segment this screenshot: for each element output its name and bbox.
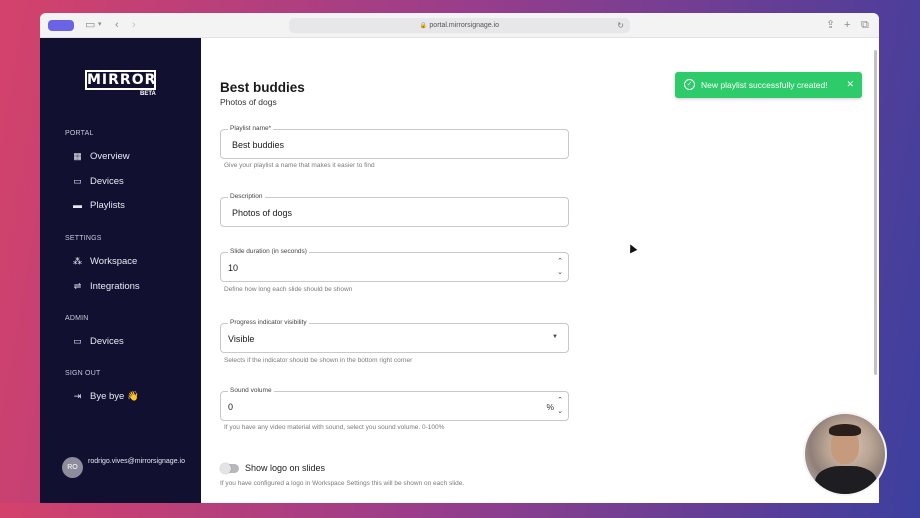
- avatar[interactable]: RO: [62, 457, 83, 478]
- field-value: Best buddies: [232, 140, 285, 150]
- webcam-person-hair: [829, 424, 861, 436]
- dashboard-icon: ▦: [73, 150, 82, 161]
- reload-icon[interactable]: ↻: [617, 18, 624, 33]
- browser-window: ▭ ▾ ‹ › 🔒 portal.mirrorsignage.io ↻ ⇪ + ⧉…: [40, 13, 879, 503]
- section-label-admin: ADMIN: [65, 315, 89, 322]
- toast-message: New playlist successfully created!: [701, 80, 828, 90]
- helper-text: Give your playlist a name that makes it …: [224, 162, 375, 169]
- sidebar-item-admin-devices[interactable]: ▭ Devices: [72, 333, 124, 349]
- lock-icon: 🔒: [419, 23, 428, 29]
- cast-icon: ▭: [73, 335, 82, 346]
- sidebar-item-overview[interactable]: ▦ Overview: [72, 148, 130, 164]
- number-stepper[interactable]: ⌃ ⌄: [556, 395, 564, 419]
- chevron-down-icon[interactable]: ▾: [98, 18, 102, 32]
- sidebar-item-label: Bye bye 👋: [90, 390, 139, 402]
- chevron-up-icon[interactable]: ⌃: [556, 256, 564, 267]
- field-label: Sound volume: [228, 387, 274, 394]
- show-logo-toggle[interactable]: [220, 463, 239, 474]
- sidebar-item-label: Playlists: [90, 199, 125, 211]
- section-label-sign-out: SIGN OUT: [65, 370, 101, 377]
- url-text: portal.mirrorsignage.io: [429, 22, 500, 29]
- integrations-icon: ⇌: [73, 280, 82, 291]
- scrollbar[interactable]: [874, 50, 877, 375]
- toggle-knob: [220, 463, 231, 474]
- sidebar-item-label: Integrations: [90, 280, 140, 292]
- chevron-up-icon[interactable]: ⌃: [556, 395, 564, 406]
- caret-down-icon: ▼: [552, 334, 558, 340]
- number-stepper[interactable]: ⌃ ⌄: [556, 256, 564, 280]
- sidebar-item-label: Workspace: [90, 255, 138, 267]
- new-tab-icon[interactable]: +: [844, 18, 850, 32]
- field-label: Slide duration (in seconds): [228, 248, 309, 255]
- sidebar-item-label: Overview: [90, 150, 130, 162]
- sidebar-item-playlists[interactable]: ▬ Playlists: [72, 197, 125, 213]
- check-circle-icon: ✓: [684, 79, 695, 90]
- logout-icon: ⇥: [73, 390, 82, 401]
- section-label-settings: SETTINGS: [65, 235, 102, 242]
- helper-text: Selects if the indicator should be shown…: [224, 357, 413, 364]
- mirror-logo: MIRROR: [85, 70, 157, 90]
- webcam-overlay: [803, 412, 887, 496]
- field-value: 10: [228, 263, 239, 273]
- field-value: Photos of dogs: [232, 208, 293, 218]
- field-value: 0: [228, 402, 234, 412]
- background-strip: [0, 503, 920, 518]
- description-field[interactable]: Description Photos of dogs: [220, 193, 569, 227]
- sidebar-item-label: Devices: [90, 175, 124, 187]
- sidebar-item-integrations[interactable]: ⇌ Integrations: [72, 278, 140, 294]
- sidebar-item-workspace[interactable]: ⁂ Workspace: [72, 253, 137, 269]
- playlist-icon: ▬: [73, 200, 82, 210]
- sidebar-toggle-icon[interactable]: ▭: [85, 18, 95, 32]
- sound-volume-field[interactable]: Sound volume 0 % ⌃ ⌄: [220, 387, 569, 421]
- browser-toolbar: ▭ ▾ ‹ › 🔒 portal.mirrorsignage.io ↻ ⇪ + ⧉: [40, 13, 879, 38]
- playlist-name-field[interactable]: Playlist name* Best buddies: [220, 125, 569, 159]
- helper-text: If you have any video material with soun…: [224, 424, 445, 431]
- chevron-down-icon[interactable]: ⌄: [556, 267, 564, 278]
- tabs-overview-icon[interactable]: ⧉: [861, 18, 869, 32]
- unit-label: %: [546, 402, 554, 412]
- tab-group-button[interactable]: [48, 20, 74, 31]
- chevron-down-icon[interactable]: ⌄: [556, 406, 564, 417]
- chevron-left-icon[interactable]: ‹: [115, 18, 119, 32]
- progress-visibility-select[interactable]: Progress indicator visibility Visible ▼: [220, 319, 569, 353]
- cast-icon: ▭: [73, 175, 82, 186]
- field-label: Description: [228, 193, 265, 200]
- webcam-person-body: [815, 466, 877, 494]
- chevron-right-icon[interactable]: ›: [132, 18, 136, 32]
- field-label: Playlist name*: [228, 125, 274, 132]
- sidebar-item-label: Devices: [90, 335, 124, 347]
- sidebar-item-sign-out[interactable]: ⇥ Bye bye 👋: [72, 388, 139, 404]
- workspace-icon: ⁂: [73, 255, 82, 266]
- main-content: Best buddies Photos of dogs Playlist nam…: [201, 38, 879, 503]
- slide-duration-field[interactable]: Slide duration (in seconds) 10 ⌃ ⌄: [220, 248, 569, 282]
- success-toast: ✓ New playlist successfully created! ✕: [675, 72, 862, 98]
- helper-text: If you have configured a logo in Workspa…: [220, 480, 465, 487]
- user-email: rodrigo.vives@mirrorsignage.io: [88, 458, 185, 465]
- close-icon[interactable]: ✕: [846, 79, 854, 90]
- page-subtitle: Photos of dogs: [220, 97, 277, 107]
- field-label: Progress indicator visibility: [228, 319, 309, 326]
- address-bar[interactable]: 🔒 portal.mirrorsignage.io ↻: [289, 18, 630, 33]
- beta-badge: BETA: [140, 91, 156, 97]
- share-icon[interactable]: ⇪: [826, 18, 835, 32]
- sidebar: MIRROR BETA PORTAL ▦ Overview ▭ Devices …: [40, 38, 201, 503]
- helper-text: Define how long each slide should be sho…: [224, 286, 353, 293]
- page-title: Best buddies: [220, 80, 305, 95]
- field-value: Visible: [228, 334, 255, 344]
- sidebar-item-devices[interactable]: ▭ Devices: [72, 173, 124, 189]
- section-label-portal: PORTAL: [65, 130, 94, 137]
- toggle-label: Show logo on slides: [245, 463, 326, 473]
